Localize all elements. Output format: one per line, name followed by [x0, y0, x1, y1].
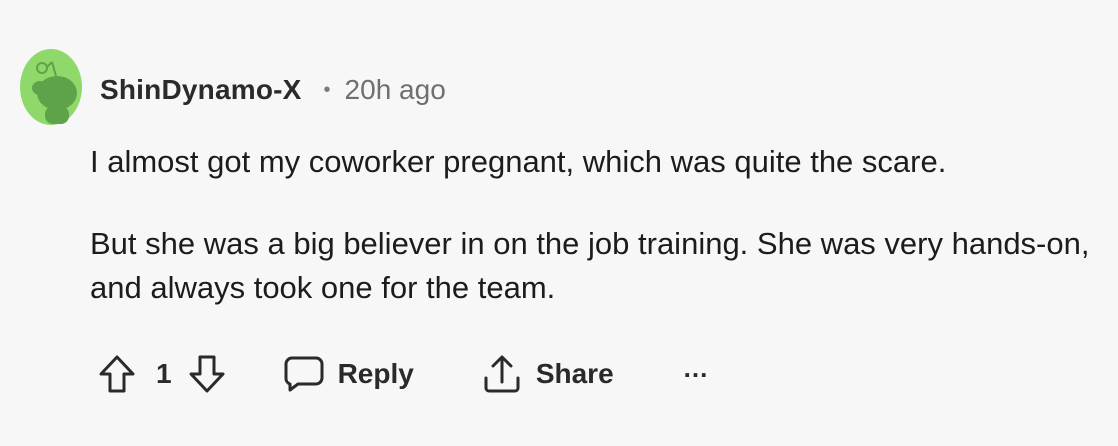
comment-header: ShinDynamo-X • 20h ago: [100, 70, 446, 110]
comment: ShinDynamo-X • 20h ago I almost got my c…: [0, 0, 1118, 446]
author-name[interactable]: ShinDynamo-X: [100, 70, 302, 110]
more-options-button[interactable]: ...: [684, 353, 709, 384]
comment-paragraph: I almost got my coworker pregnant, which…: [90, 144, 947, 179]
timestamp[interactable]: 20h ago: [345, 70, 446, 110]
share-label: Share: [535, 358, 614, 389]
reply-button[interactable]: Reply: [284, 355, 414, 393]
comment-body: I almost got my coworker pregnant, which…: [90, 140, 1100, 310]
share-icon: [484, 355, 520, 393]
reply-label: Reply: [337, 358, 414, 389]
avatar[interactable]: [20, 48, 82, 126]
share-button[interactable]: Share: [482, 354, 614, 394]
comment-actions: 1 Reply Share ...: [98, 350, 708, 398]
speech-bubble-icon: [284, 356, 324, 392]
arrow-down-icon: [189, 355, 225, 393]
upvote-button[interactable]: [98, 354, 136, 394]
separator-dot: •: [323, 79, 331, 101]
vote-count: 1: [156, 358, 172, 389]
snoo-avatar-icon: [20, 49, 82, 125]
downvote-button[interactable]: [188, 354, 226, 394]
comment-paragraph: But she was a big believer in on the job…: [90, 226, 1090, 305]
arrow-up-icon: [99, 355, 135, 393]
